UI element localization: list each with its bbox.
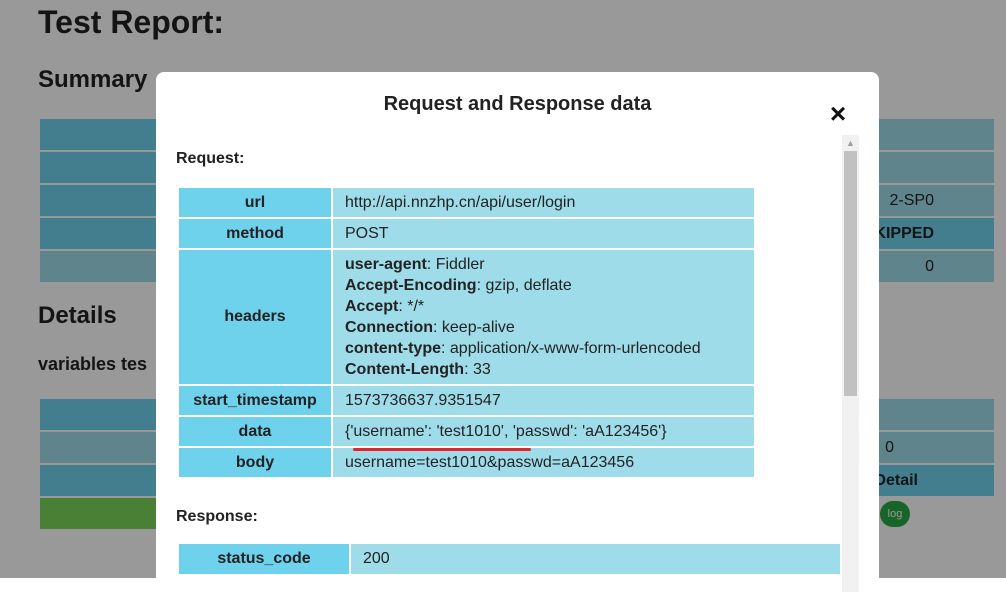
header-line: user-agent: Fiddler	[345, 256, 485, 273]
red-underline-annotation	[353, 447, 531, 451]
header-line: content-type: application/x-www-form-url…	[345, 340, 701, 357]
method-key: method	[177, 217, 333, 250]
body-value: username=test1010&passwd=aA123456	[331, 446, 756, 479]
response-table: status_code 200	[177, 542, 842, 576]
start-timestamp-key: start_timestamp	[177, 384, 333, 417]
header-line: Accept: */*	[345, 298, 425, 315]
status-code-value: 200	[349, 542, 842, 576]
modal-scrollbar[interactable]: ▲	[842, 135, 859, 592]
response-label: Response:	[176, 508, 258, 525]
status-code-key: status_code	[177, 542, 351, 576]
modal-title: Request and Response data	[383, 93, 652, 115]
start-timestamp-value: 1573736637.9351547	[331, 384, 756, 417]
data-key: data	[177, 415, 333, 448]
method-value: POST	[331, 217, 756, 250]
data-value: {'username': 'test1010', 'passwd': 'aA12…	[345, 422, 667, 440]
data-value-cell: {'username': 'test1010', 'passwd': 'aA12…	[331, 415, 756, 451]
headers-value: user-agent: Fiddler Accept-Encoding: gzi…	[331, 248, 756, 386]
header-line: Content-Length: 33	[345, 361, 491, 378]
scroll-thumb[interactable]	[844, 151, 857, 396]
request-label: Request:	[176, 150, 245, 167]
header-line: Connection: keep-alive	[345, 319, 515, 336]
url-key: url	[177, 186, 333, 219]
headers-key: headers	[177, 248, 333, 386]
request-table: url http://api.nnzhp.cn/api/user/login m…	[177, 186, 756, 479]
header-line: Accept-Encoding: gzip, deflate	[345, 277, 572, 294]
body-key: body	[177, 446, 333, 479]
url-value: http://api.nnzhp.cn/api/user/login	[331, 186, 756, 219]
request-response-modal: Request and Response data × ▲ Request: u…	[156, 72, 879, 592]
close-icon[interactable]: ×	[828, 100, 848, 128]
scroll-up-arrow-icon[interactable]: ▲	[842, 135, 859, 151]
